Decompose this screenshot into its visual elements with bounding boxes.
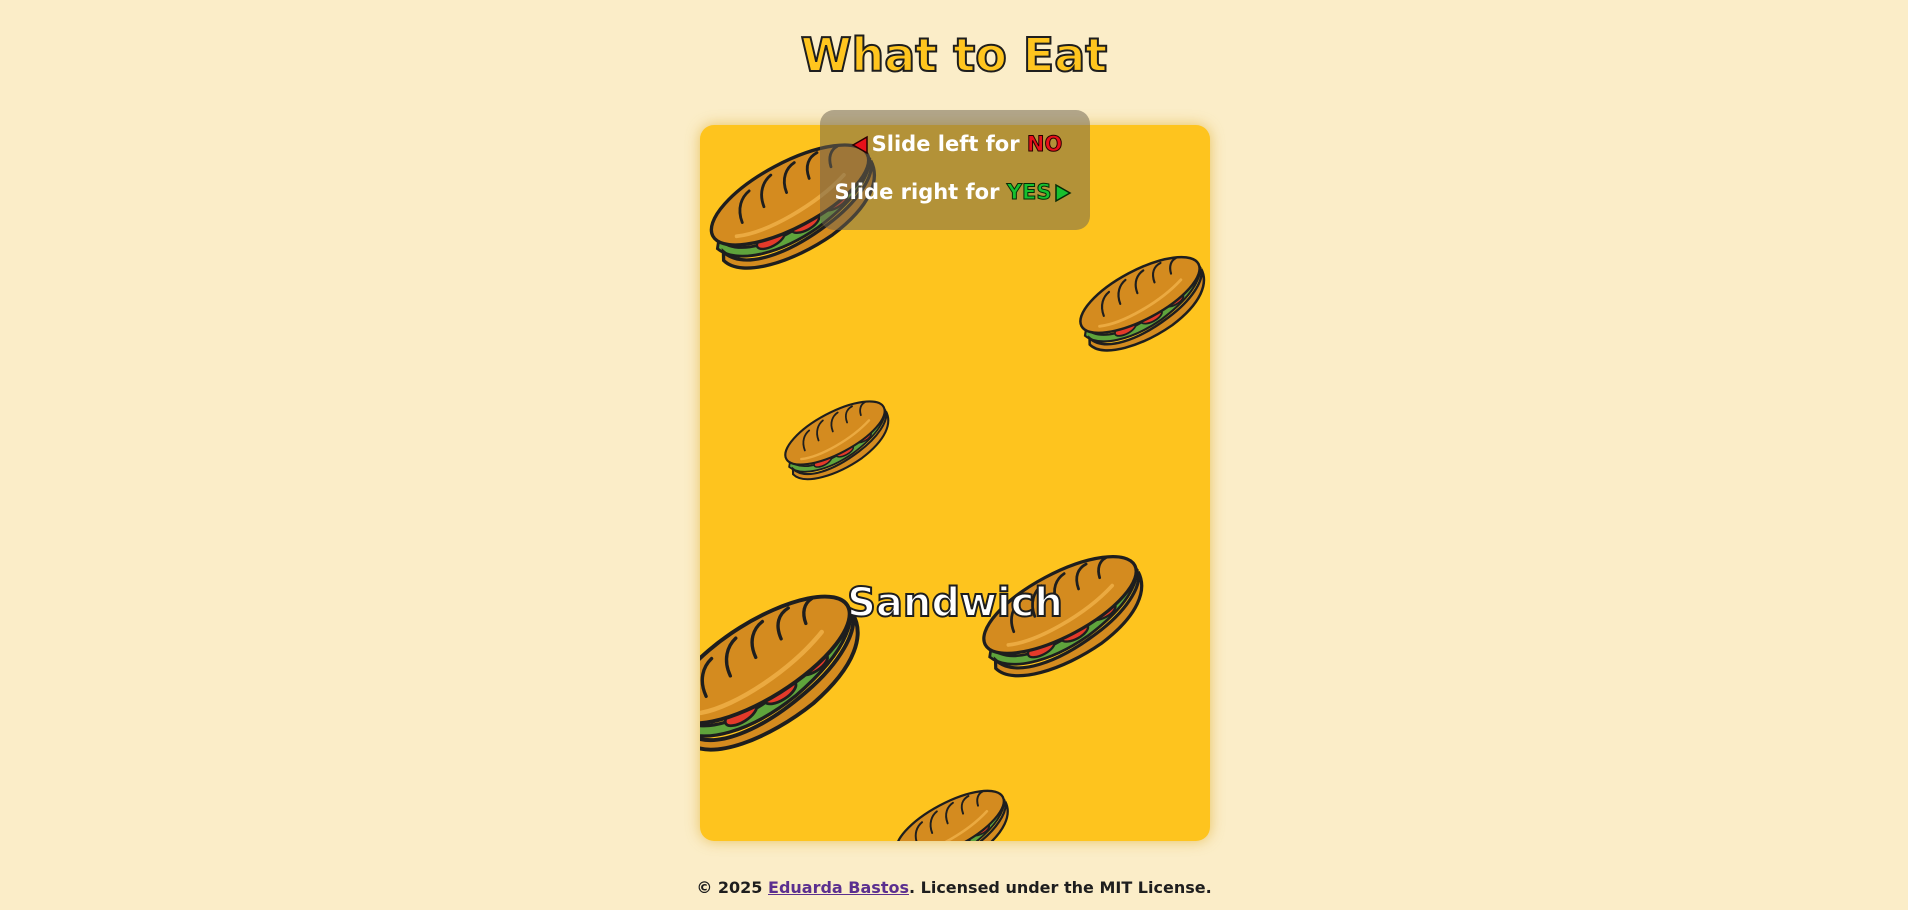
food-card[interactable]: Sandwich <box>700 125 1210 841</box>
sandwich-icon <box>774 387 902 493</box>
swipe-instructions: Slide left for NO Slide right for YES <box>820 110 1090 230</box>
copyright-text: © 2025 <box>696 878 763 897</box>
license-text: . Licensed under the MIT License. <box>908 878 1212 897</box>
food-name: Sandwich <box>846 579 1064 627</box>
swipe-right-text: Slide right for <box>834 180 1000 204</box>
swipe-left-text: Slide left for <box>871 132 1020 156</box>
author-link[interactable]: Eduarda Bastos <box>768 878 909 897</box>
triangle-right-icon <box>1055 183 1072 203</box>
swipe-left-hint: Slide left for NO <box>820 132 1090 157</box>
sandwich-icon <box>884 776 1023 841</box>
sandwich-pattern <box>700 125 1210 841</box>
sandwich-icon <box>1067 240 1210 367</box>
triangle-left-icon <box>851 135 868 155</box>
page: What to Eat Sandwich Slide left for NO S… <box>0 0 1908 910</box>
footer: © 2025 Eduarda Bastos. Licensed under th… <box>0 878 1908 897</box>
swipe-right-hint: Slide right for YES <box>820 180 1090 205</box>
no-label: NO <box>1026 132 1063 157</box>
page-title: What to Eat <box>800 27 1109 83</box>
yes-label: YES <box>1006 180 1052 205</box>
